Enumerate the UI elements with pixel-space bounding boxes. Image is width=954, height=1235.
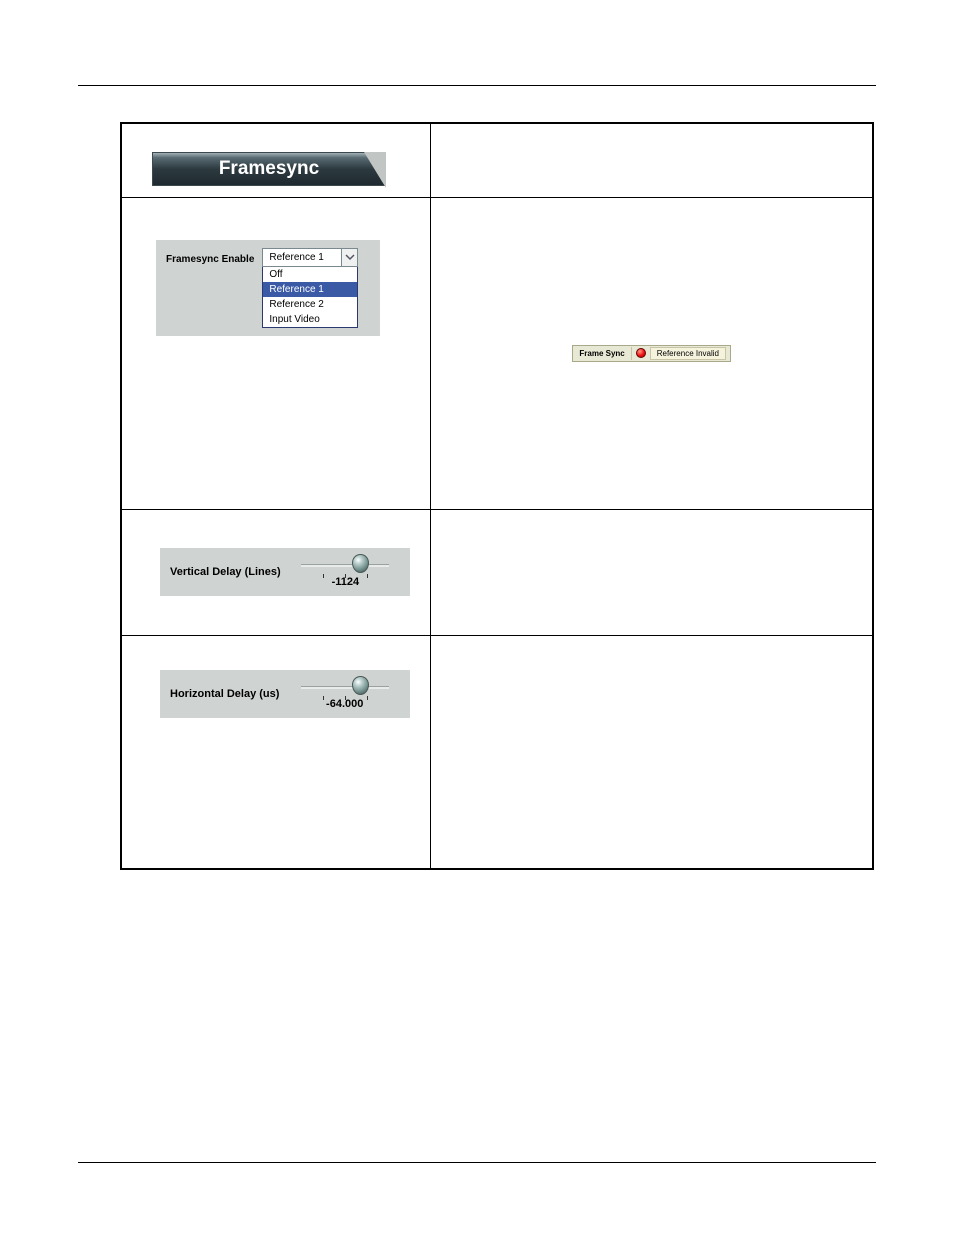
top-rule xyxy=(78,85,876,86)
select-options-list[interactable]: Off Reference 1 Reference 2 Input Video xyxy=(262,267,358,328)
frame-sync-status-text: Reference Invalid xyxy=(650,347,726,360)
vertical-delay-block: Vertical Delay (Lines) -1124 xyxy=(160,548,410,596)
framesync-tab: Framesync xyxy=(152,152,386,186)
option-reference-2[interactable]: Reference 2 xyxy=(263,297,357,312)
horizontal-delay-label: Horizontal Delay (us) xyxy=(170,678,279,700)
vertical-delay-slider[interactable] xyxy=(301,556,389,574)
option-input-video[interactable]: Input Video xyxy=(263,312,357,327)
slider-knob-icon[interactable] xyxy=(352,676,369,695)
row1-right xyxy=(431,123,873,197)
framesync-enable-select[interactable]: Reference 1 Off Reference 1 Reference 2 … xyxy=(262,248,358,328)
select-value: Reference 1 xyxy=(263,249,341,266)
framesync-enable-block: Framesync Enable Reference 1 Off Referen… xyxy=(156,240,380,336)
frame-sync-label: Frame Sync xyxy=(573,347,631,360)
horizontal-delay-block: Horizontal Delay (us) -64.000 xyxy=(160,670,410,718)
bottom-rule xyxy=(78,1162,876,1163)
row4-right xyxy=(431,635,873,869)
slider-knob-icon[interactable] xyxy=(352,554,369,573)
horizontal-delay-slider[interactable] xyxy=(301,678,389,696)
status-led-icon xyxy=(636,348,646,358)
vertical-delay-label: Vertical Delay (Lines) xyxy=(170,556,281,578)
framesync-tab-label: Framesync xyxy=(219,158,319,180)
framesync-enable-label: Framesync Enable xyxy=(166,248,254,265)
row3-right xyxy=(431,509,873,635)
option-reference-1[interactable]: Reference 1 xyxy=(263,282,357,297)
option-off[interactable]: Off xyxy=(263,267,357,282)
content-table: Framesync Framesync Enable Reference 1 xyxy=(120,122,874,870)
chevron-down-icon[interactable] xyxy=(341,249,357,266)
frame-sync-status: Frame Sync Reference Invalid xyxy=(572,345,731,362)
